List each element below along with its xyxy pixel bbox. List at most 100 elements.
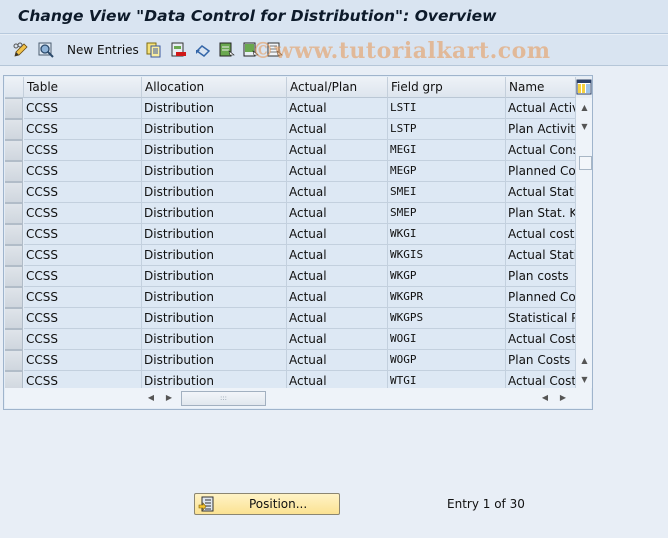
cell-allocation: Distribution <box>142 350 287 371</box>
copy-as-icon[interactable] <box>145 41 163 59</box>
scroll-far-left-icon[interactable]: ◀ <box>539 392 551 404</box>
cell-table: CCSS <box>24 245 142 266</box>
table-row[interactable]: CCSS Distribution Actual MEGP Planned Con <box>5 161 576 182</box>
cell-name: Actual Activi <box>506 98 576 119</box>
position-button[interactable]: Position... <box>194 493 340 515</box>
row-selector[interactable] <box>5 98 23 119</box>
row-selector[interactable] <box>5 224 23 245</box>
table-row[interactable]: CCSS Distribution Actual LSTI Actual Activi <box>5 98 576 119</box>
cell-table: CCSS <box>24 287 142 308</box>
scroll-page-up-icon[interactable]: ▲ <box>578 354 591 367</box>
scroll-left-icon[interactable]: ◀ <box>145 392 157 404</box>
table-row[interactable]: CCSSDistributionActualMEGIActual Consu <box>5 140 576 161</box>
table-row[interactable]: CCSS Distribution Actual WKGP Plan costs <box>5 266 576 287</box>
scroll-far-right-icon[interactable]: ▶ <box>557 392 569 404</box>
cell-allocation: Distribution <box>142 266 287 287</box>
display-change-icon[interactable] <box>12 41 30 59</box>
cell-name: Plan Stat. Ke <box>506 203 576 224</box>
cell-table: CCSS <box>24 140 142 161</box>
table-header: Table Allocation Actual/Plan Field grp N… <box>5 77 591 98</box>
cell-allocation: Distribution <box>142 119 287 140</box>
row-selector[interactable] <box>5 329 23 350</box>
column-header-field-grp[interactable]: Field grp <box>388 77 506 98</box>
cell-table: CCSS <box>24 182 142 203</box>
vertical-scroll-thumb[interactable] <box>579 156 592 170</box>
new-entries-button[interactable]: New Entries <box>67 43 139 57</box>
cell-actual-plan: Actual <box>287 161 388 182</box>
horizontal-scrollbar[interactable]: ◀ ▶ ::: ◀ ▶ <box>5 388 591 408</box>
vertical-scrollbar[interactable]: ▲ ▼ ▲ ▼ <box>576 98 592 388</box>
cell-table: CCSS <box>24 119 142 140</box>
cell-name: Actual Consu <box>506 140 576 161</box>
table-row[interactable]: CCSS Distribution Actual WKGI Actual costs <box>5 224 576 245</box>
row-selector[interactable] <box>5 266 23 287</box>
row-selector[interactable] <box>5 287 23 308</box>
watermark: ©www.tutorialkart.com <box>252 38 551 64</box>
column-header-allocation[interactable]: Allocation <box>142 77 287 98</box>
details-icon[interactable] <box>37 41 55 59</box>
cell-allocation: Distribution <box>142 161 287 182</box>
column-header-actual-plan[interactable]: Actual/Plan <box>287 77 388 98</box>
cell-allocation: Distribution <box>142 224 287 245</box>
table-row[interactable]: CCSS Distribution Actual WKGPR Planned Cos <box>5 287 576 308</box>
cell-field-grp: SMEP <box>388 203 506 224</box>
table-row[interactable]: CCSS Distribution Actual WKGIS Actual Statis <box>5 245 576 266</box>
row-selector[interactable] <box>5 350 23 371</box>
table-row[interactable]: CCSS Distribution Actual WOGP Plan Costs ( <box>5 350 576 371</box>
cell-allocation: Distribution <box>142 287 287 308</box>
cell-allocation: Distribution <box>142 329 287 350</box>
cell-name: Planned Con <box>506 161 576 182</box>
cell-field-grp: WKGIS <box>388 245 506 266</box>
select-all-rows-cell[interactable] <box>5 77 24 98</box>
position-button-label: Position... <box>249 497 308 511</box>
cell-actual-plan: Actual <box>287 245 388 266</box>
delete-icon[interactable] <box>170 41 188 59</box>
cell-name: Actual Statis <box>506 182 576 203</box>
cell-name: Actual Statis <box>506 245 576 266</box>
select-all-icon[interactable] <box>218 41 236 59</box>
cell-table: CCSS <box>24 308 142 329</box>
cell-name: Planned Cos <box>506 287 576 308</box>
cell-field-grp: WKGI <box>388 224 506 245</box>
undo-change-icon[interactable] <box>194 41 212 59</box>
cell-allocation: Distribution <box>142 308 287 329</box>
column-configuration-icon[interactable] <box>576 79 592 95</box>
cell-name: Plan Activity <box>506 119 576 140</box>
position-icon <box>198 496 214 512</box>
table-row[interactable]: CCSSDistributionActualWKGPSStatistical P… <box>5 308 576 329</box>
cell-actual-plan: Actual <box>287 182 388 203</box>
horizontal-scroll-thumb[interactable]: ::: <box>181 391 266 406</box>
row-selector[interactable] <box>5 203 23 224</box>
row-selector[interactable] <box>5 308 23 329</box>
cell-name: Statistical Pla <box>506 308 576 329</box>
row-selector[interactable] <box>5 182 23 203</box>
table-row[interactable]: CCSS Distribution Actual WOGI Actual Costs <box>5 329 576 350</box>
cell-allocation: Distribution <box>142 245 287 266</box>
column-header-table[interactable]: Table <box>24 77 142 98</box>
cell-actual-plan: Actual <box>287 203 388 224</box>
scroll-page-down-icon[interactable]: ▼ <box>578 373 591 386</box>
table-row[interactable]: CCSS Distribution Actual SMEI Actual Statis <box>5 182 576 203</box>
cell-field-grp: MEGP <box>388 161 506 182</box>
table-row[interactable]: CCSS Distribution Actual LSTP Plan Activity <box>5 119 576 140</box>
row-selector[interactable] <box>5 161 23 182</box>
row-selector[interactable] <box>5 140 23 161</box>
column-header-name[interactable]: Name <box>506 77 576 98</box>
cell-table: CCSS <box>24 350 142 371</box>
page-title: Change View "Data Control for Distributi… <box>18 7 497 25</box>
cell-actual-plan: Actual <box>287 140 388 161</box>
scroll-up-icon[interactable]: ▲ <box>578 101 591 114</box>
cell-field-grp: WKGPS <box>388 308 506 329</box>
cell-actual-plan: Actual <box>287 287 388 308</box>
cell-allocation: Distribution <box>142 182 287 203</box>
table-row[interactable]: CCSSDistributionActualSMEPPlan Stat. Ke <box>5 203 576 224</box>
cell-actual-plan: Actual <box>287 224 388 245</box>
scroll-right-icon[interactable]: ▶ <box>163 392 175 404</box>
row-selector[interactable] <box>5 119 23 140</box>
cell-actual-plan: Actual <box>287 266 388 287</box>
cell-table: CCSS <box>24 98 142 119</box>
row-selector[interactable] <box>5 245 23 266</box>
cell-allocation: Distribution <box>142 98 287 119</box>
cell-name: Plan costs <box>506 266 576 287</box>
scroll-down-icon[interactable]: ▼ <box>578 120 591 133</box>
